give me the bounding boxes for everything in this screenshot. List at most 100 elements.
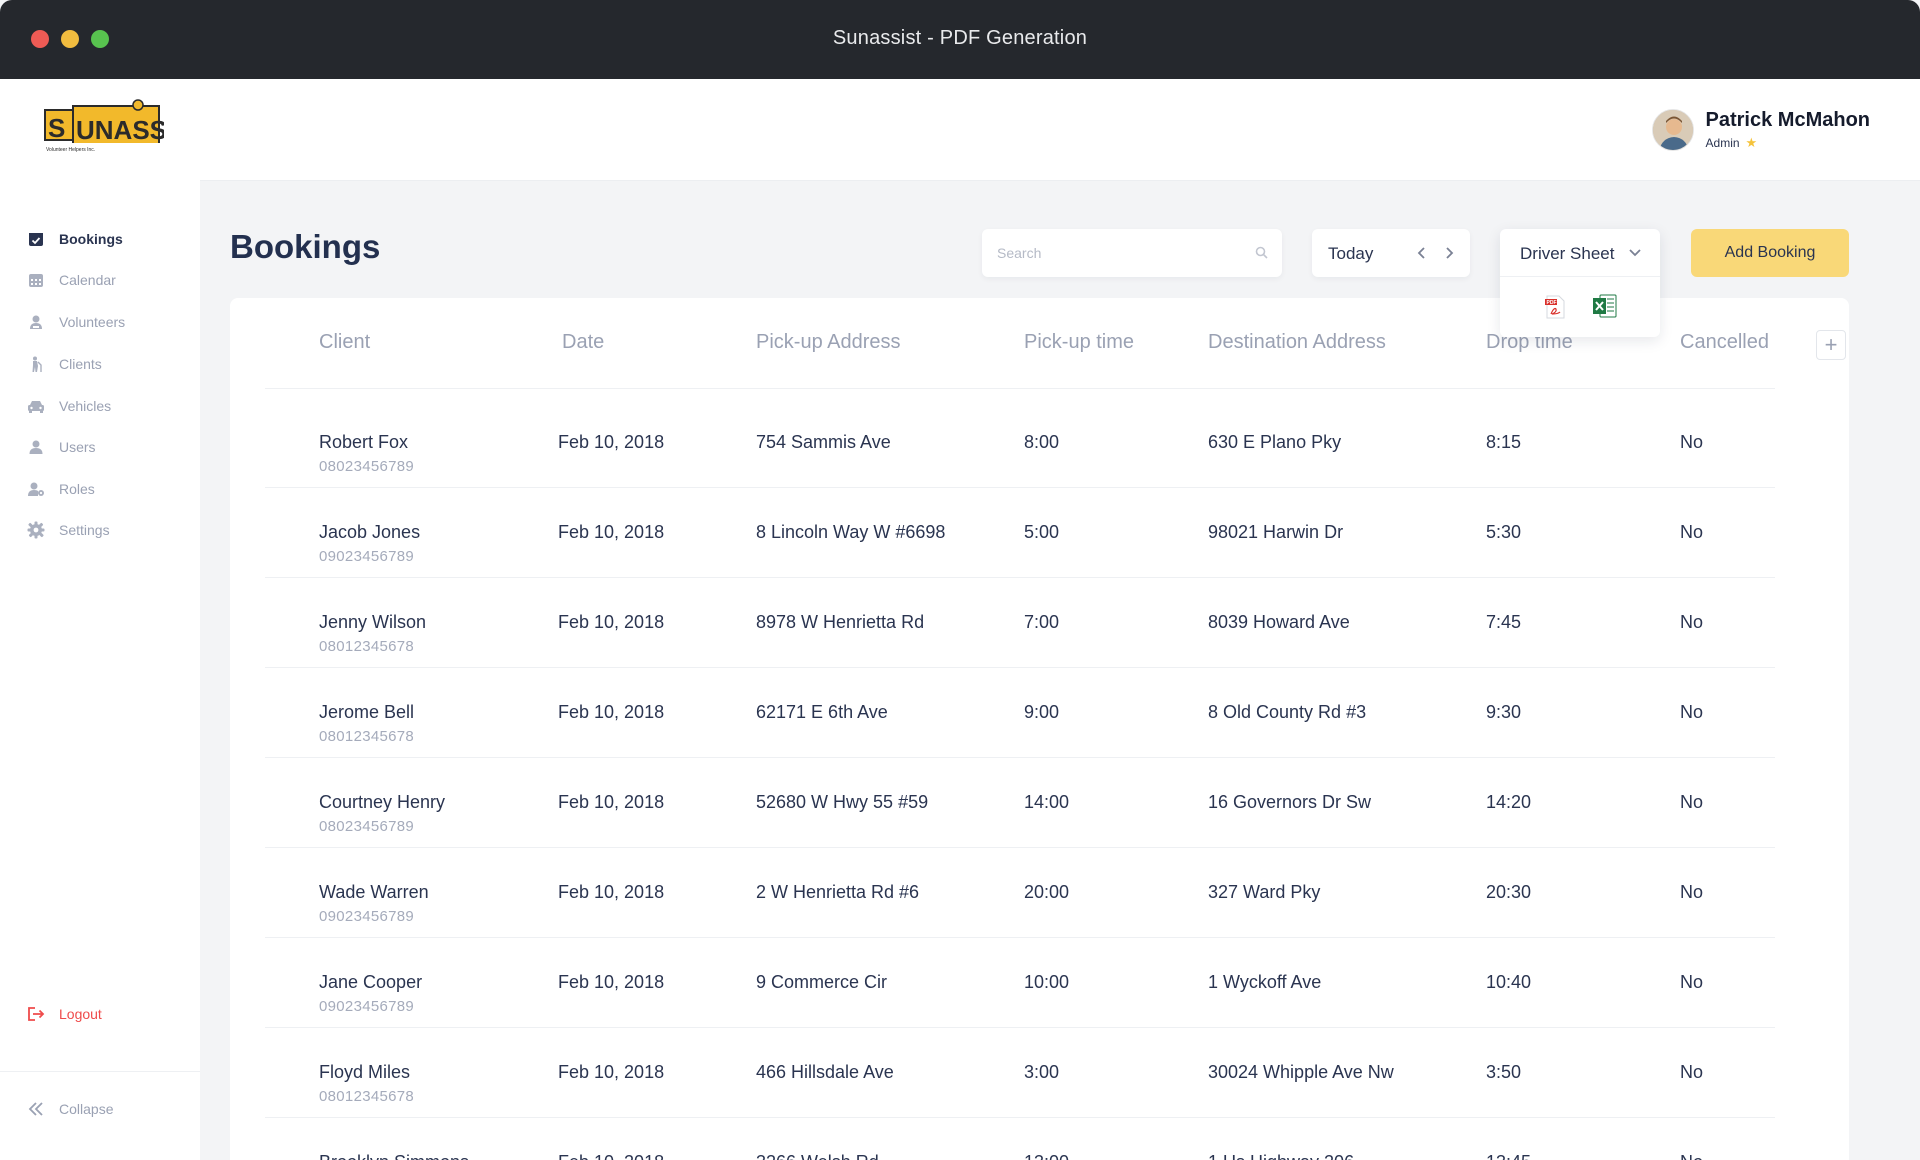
svg-text:UNASSIST: UNASSIST — [76, 115, 164, 145]
cell-client[interactable]: Jacob Jones — [319, 522, 420, 543]
cell-cancelled: No — [1680, 612, 1704, 632]
cell-date: Feb 10, 2018 — [558, 702, 665, 722]
logout-button[interactable]: Logout — [27, 1005, 102, 1023]
pdf-icon[interactable]: PDF — [1544, 295, 1566, 324]
sidebar-item-label: Vehicles — [59, 398, 112, 414]
column-header-destination-address[interactable]: Destination Address — [1208, 331, 1386, 354]
star-icon: ★ — [1745, 135, 1758, 150]
cell-cancelled: No — [1680, 1152, 1703, 1160]
add-booking-button[interactable]: Add Booking — [1691, 229, 1849, 277]
cell-pickup-address: 52680 W Hwy 55 #59 — [756, 792, 929, 812]
sidebar-item-label: Calendar — [59, 272, 116, 288]
date-label[interactable]: Today — [1328, 244, 1373, 264]
sidebar-item-label: Clients — [59, 356, 102, 372]
volunteers-icon — [27, 313, 45, 331]
cell-date: Feb 10, 2018 — [558, 972, 665, 992]
avatar[interactable] — [1651, 109, 1694, 151]
cell-client[interactable]: Robert Fox — [319, 432, 408, 453]
cell-drop-time: 8:15 — [1486, 432, 1522, 452]
sidebar-item-clients[interactable]: Clients — [27, 355, 102, 373]
cell-client[interactable]: Courtney Henry — [319, 792, 445, 813]
cell-cancelled: No — [1680, 972, 1704, 992]
cell-cancelled: No — [1680, 522, 1704, 542]
table-row[interactable]: Jane Cooper Feb 10, 2018 9 Commerce Cir 10:… — [265, 938, 1775, 1028]
svg-text:PDF: PDF — [1547, 300, 1557, 306]
search-box — [982, 229, 1282, 277]
cell-drop-time: 9:30 — [1486, 702, 1522, 722]
client-phone: 09023456789 — [319, 548, 415, 565]
search-input[interactable] — [982, 229, 1282, 277]
cell-drop-time: 10:40 — [1486, 972, 1532, 992]
client-phone: 08012345678 — [319, 728, 415, 745]
search-icon[interactable] — [1255, 246, 1268, 264]
collapse-button[interactable]: Collapse — [27, 1100, 113, 1118]
cell-date: Feb 10, 2018 — [558, 1152, 664, 1160]
sidebar-item-users[interactable]: Users — [27, 438, 96, 456]
excel-icon[interactable] — [1592, 293, 1618, 324]
driver-sheet-dropdown[interactable]: Driver Sheet PDF — [1500, 229, 1660, 337]
cell-client[interactable]: Jerome Bell — [319, 702, 414, 723]
cell-pickup-address: 2 W Henrietta Rd #6 — [756, 882, 920, 902]
column-header-date[interactable]: Date — [562, 331, 604, 354]
svg-text:S: S — [48, 113, 65, 143]
header-divider — [265, 388, 1775, 389]
cell-client[interactable]: Brooklyn Simmons — [319, 1152, 469, 1160]
table-row[interactable]: Wade Warren Feb 10, 2018 2 W Henrietta Rd … — [265, 848, 1775, 938]
cell-client[interactable]: Jenny Wilson — [319, 612, 426, 633]
chevron-left-icon[interactable] — [1412, 243, 1432, 263]
column-header-cancelled[interactable]: Cancelled — [1680, 331, 1769, 354]
sidebar-item-label: Roles — [59, 481, 95, 497]
client-phone: 08012345678 — [319, 1088, 415, 1105]
client-phone: 08012345678 — [319, 638, 415, 655]
sidebar-divider — [0, 1071, 200, 1072]
cell-client[interactable]: Wade Warren — [319, 882, 429, 903]
table-row[interactable]: Courtney Henry Feb 10, 2018 52680 W Hwy 55… — [265, 758, 1775, 848]
table-row[interactable]: Jenny Wilson Feb 10, 2018 8978 W Henrietta… — [265, 578, 1775, 668]
sidebar-item-roles[interactable]: Roles — [27, 480, 95, 498]
cell-destination: 1 Us Highway 206 — [1208, 1152, 1354, 1160]
cell-drop-time: 13:45 — [1486, 1152, 1531, 1160]
cell-date: Feb 10, 2018 — [558, 1062, 665, 1082]
sidebar-item-calendar[interactable]: Calendar — [27, 271, 116, 289]
bookings-icon — [27, 230, 45, 248]
sidebar-item-settings[interactable]: Settings — [27, 521, 110, 539]
driver-sheet-label: Driver Sheet — [1520, 244, 1615, 263]
bookings-table: Client Date Pick-up Address Pick-up time… — [230, 298, 1849, 1160]
cell-client[interactable]: Floyd Miles — [319, 1062, 410, 1083]
table-row[interactable]: Floyd Miles Feb 10, 2018 466 Hillsdale Ave… — [265, 1028, 1775, 1118]
cell-pickup-time: 10:00 — [1024, 972, 1070, 992]
date-navigator: Today — [1312, 229, 1470, 277]
table-row[interactable]: Brooklyn Simmons Feb 10, 2018 3266 Welsh R… — [265, 1118, 1775, 1160]
cell-pickup-time: 9:00 — [1024, 702, 1060, 722]
cell-destination: 327 Ward Pky — [1208, 882, 1321, 902]
column-header-pickup-address[interactable]: Pick-up Address — [756, 331, 901, 354]
driver-sheet-select[interactable]: Driver Sheet — [1500, 229, 1660, 277]
cell-cancelled: No — [1680, 1062, 1704, 1082]
table-row[interactable]: Jacob Jones Feb 10, 2018 8 Lincoln Way W #… — [265, 488, 1775, 578]
column-header-client[interactable]: Client — [319, 331, 370, 354]
sidebar-item-volunteers[interactable]: Volunteers — [27, 313, 125, 331]
cell-pickup-address: 754 Sammis Ave — [756, 432, 891, 452]
cell-client[interactable]: Jane Cooper — [319, 972, 422, 993]
cell-cancelled: No — [1680, 702, 1704, 722]
sidebar-item-bookings[interactable]: Bookings — [27, 230, 123, 248]
sunassist-logo[interactable]: S UNASSIST Volunteer Helpers Inc. — [42, 99, 208, 157]
table-row[interactable]: Robert Fox Feb 10, 2018 754 Sammis Ave 8:00… — [265, 398, 1775, 488]
users-icon — [27, 438, 45, 456]
cell-date: Feb 10, 2018 — [558, 882, 665, 902]
client-phone: 08023456789 — [319, 818, 415, 835]
cell-pickup-time: 3:00 — [1024, 1062, 1060, 1082]
user-role: Admin ★ — [1706, 135, 1870, 151]
column-header-pickup-time[interactable]: Pick-up time — [1024, 331, 1134, 354]
sidebar: Bookings Calendar Volunteers Clients Veh… — [0, 180, 200, 1160]
cell-pickup-address: 62171 E 6th Ave — [756, 702, 888, 722]
sidebar-item-label: Settings — [59, 522, 110, 538]
table-row[interactable]: Jerome Bell Feb 10, 2018 62171 E 6th Ave 9:… — [265, 668, 1775, 758]
user-profile[interactable]: Patrick McMahon Admin ★ — [1651, 107, 1870, 153]
page-title: Bookings — [230, 228, 381, 265]
add-column-button[interactable]: + — [1816, 330, 1846, 360]
sidebar-item-vehicles[interactable]: Vehicles — [27, 397, 111, 415]
cell-destination: 98021 Harwin Dr — [1208, 522, 1344, 542]
cell-pickup-address: 8978 W Henrietta Rd — [756, 612, 925, 632]
chevron-right-icon[interactable] — [1439, 243, 1459, 263]
